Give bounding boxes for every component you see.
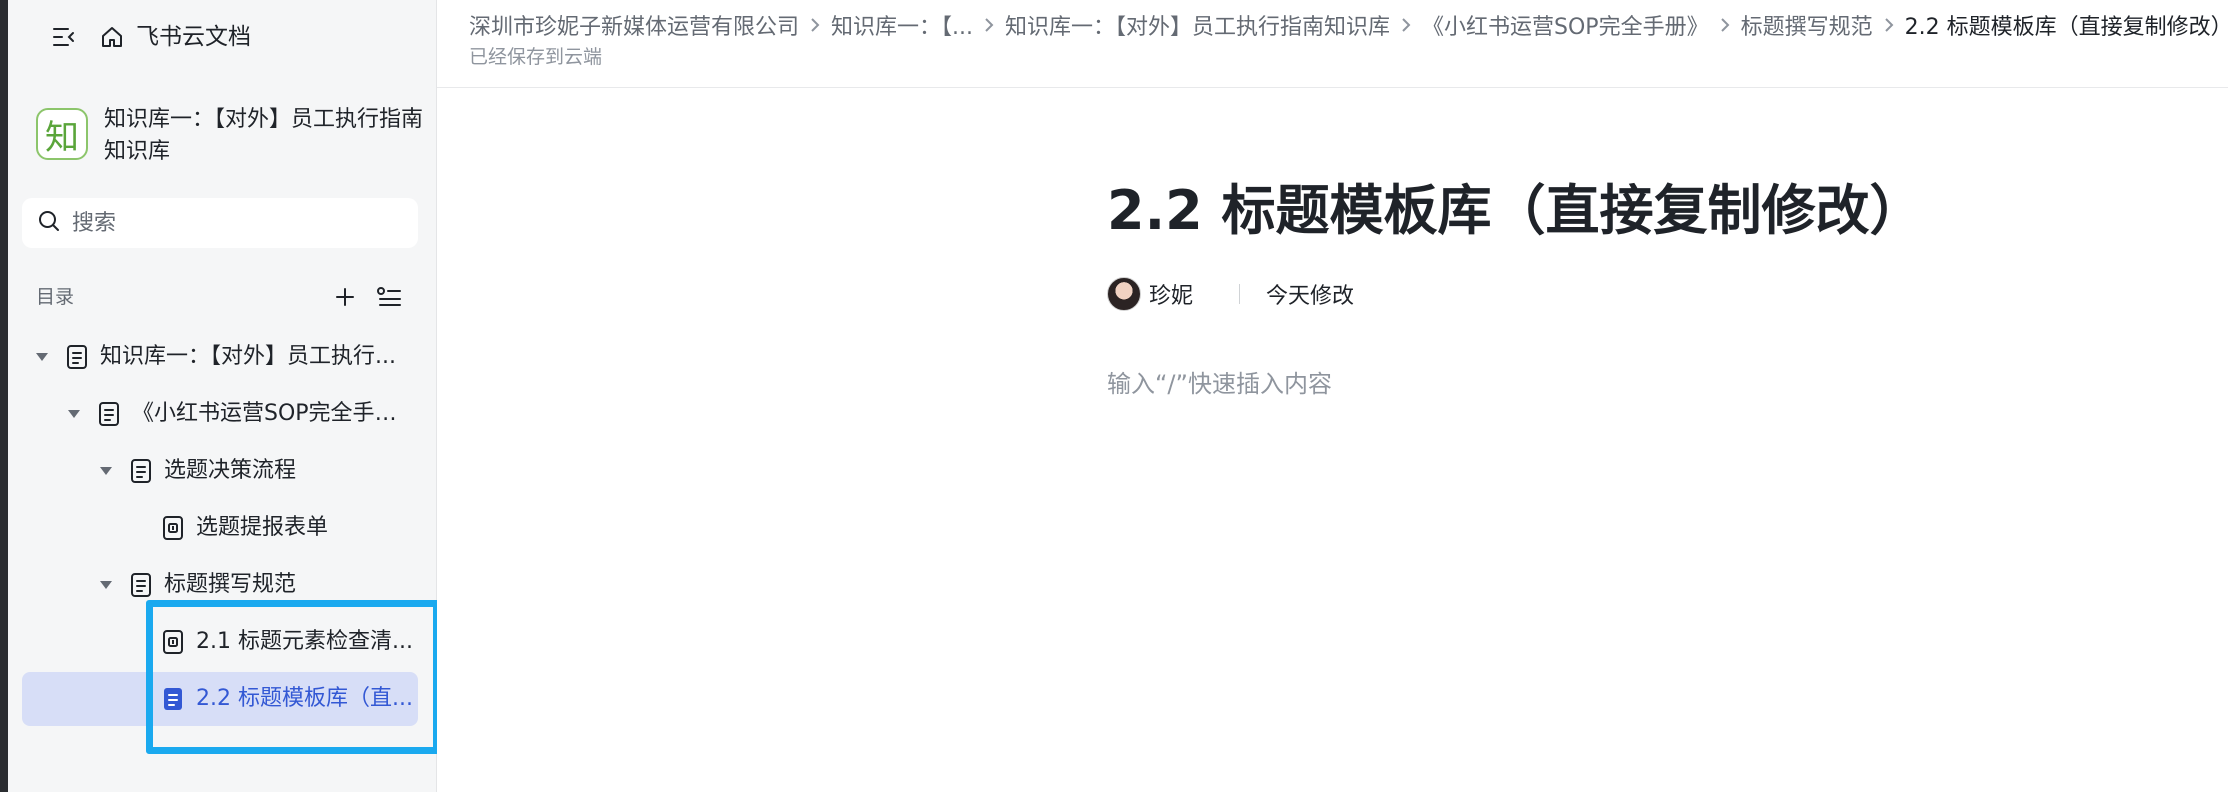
sidebar: 飞书云文档 知 知识库一：【对外】员工执行指南知识库 目录 知识库一：【对外】员… — [0, 0, 440, 792]
chevron-right-icon — [973, 8, 1005, 42]
breadcrumb-item[interactable]: 标题撰写规范 — [1741, 9, 1873, 41]
toc-item-label: 选题决策流程 — [164, 458, 297, 483]
sidebar-topbar: 飞书云文档 — [8, 0, 436, 76]
knowledge-base-logo: 知 — [36, 108, 88, 160]
doc-icon — [128, 571, 154, 599]
breadcrumb-item[interactable]: 知识库一：【... — [831, 9, 973, 41]
toc-header: 目录 — [36, 280, 416, 314]
home-icon[interactable] — [92, 22, 132, 52]
toc-item-label: 选题提报表单 — [196, 515, 329, 540]
knowledge-base-title[interactable]: 知识库一：【对外】员工执行指南知识库 — [104, 104, 424, 168]
breadcrumb-current: 2.2 标题模板库（直接复制修改） — [1904, 15, 2228, 40]
chevron-right-icon — [799, 8, 831, 42]
breadcrumb-item[interactable]: 《小红书运营SOP完全手册》 — [1422, 9, 1709, 41]
modified-time: 今天修改 — [1266, 284, 1355, 309]
document: 2.2 标题模板库（直接复制修改） 珍妮 今天修改 输入“/”快速插入内容 — [1107, 170, 2207, 398]
breadcrumb: 深圳市珍妮子新媒体运营有限公司 知识库一：【... 知识库一：【对外】员工执行指… — [469, 8, 2228, 42]
doc-icon — [96, 400, 122, 428]
knowledge-base-header[interactable]: 知 知识库一：【对外】员工执行指南知识库 — [36, 104, 423, 170]
toc-item[interactable]: 知识库一：【对外】员工执行... — [22, 330, 418, 384]
caret-down-icon[interactable] — [98, 577, 114, 593]
window-edge — [0, 0, 8, 792]
avatar[interactable] — [1107, 277, 1141, 311]
form-icon — [160, 628, 186, 656]
list-settings-icon[interactable] — [372, 280, 406, 314]
chevron-right-icon — [1390, 8, 1422, 42]
form-icon — [160, 514, 186, 542]
breadcrumb-item[interactable]: 知识库一：【对外】员工执行指南知识库 — [1005, 9, 1390, 41]
toc-item-active[interactable]: 2.2 标题模板库（直... — [22, 672, 418, 726]
search-icon — [38, 210, 60, 236]
toc-item-label: 《小红书运营SOP完全手册... — [132, 401, 414, 426]
author-name[interactable]: 珍妮 — [1149, 278, 1193, 310]
search-box[interactable] — [22, 198, 418, 248]
chevron-right-icon — [1873, 8, 1905, 42]
toc-item[interactable]: 标题撰写规范 — [22, 558, 418, 612]
toc-label: 目录 — [36, 286, 75, 308]
main-content: 深圳市珍妮子新媒体运营有限公司 知识库一：【... 知识库一：【对外】员工执行指… — [437, 0, 2228, 792]
toc-item-label: 2.1 标题元素检查清... — [196, 629, 413, 654]
toc-item-label: 2.2 标题模板库（直... — [196, 686, 413, 711]
breadcrumb-item[interactable]: 深圳市珍妮子新媒体运营有限公司 — [469, 9, 799, 41]
add-icon[interactable] — [328, 280, 362, 314]
search-input[interactable] — [72, 210, 392, 236]
app-name[interactable]: 飞书云文档 — [136, 22, 251, 52]
save-status: 已经保存到云端 — [469, 46, 603, 68]
toc-item-label: 标题撰写规范 — [164, 572, 297, 597]
collapse-sidebar-icon[interactable] — [44, 22, 84, 52]
page-title[interactable]: 2.2 标题模板库（直接复制修改） — [1107, 170, 2207, 252]
toc-item[interactable]: 选题决策流程 — [22, 444, 418, 498]
doc-icon — [160, 685, 186, 713]
caret-down-icon[interactable] — [34, 349, 50, 365]
doc-meta: 珍妮 今天修改 — [1107, 274, 1354, 314]
toc-item[interactable]: 选题提报表单 — [22, 501, 418, 555]
toc-item[interactable]: 2.1 标题元素检查清... — [22, 615, 418, 669]
doc-icon — [64, 343, 90, 371]
caret-down-icon[interactable] — [66, 406, 82, 422]
doc-icon — [128, 457, 154, 485]
body-editor[interactable]: 输入“/”快速插入内容 — [1107, 364, 1332, 404]
toc-item-label: 知识库一：【对外】员工执行... — [100, 344, 396, 369]
doc-header: 深圳市珍妮子新媒体运营有限公司 知识库一：【... 知识库一：【对外】员工执行指… — [437, 0, 2228, 88]
divider — [1239, 284, 1241, 304]
toc-item[interactable]: 《小红书运营SOP完全手册... — [22, 387, 418, 441]
chevron-right-icon — [1709, 8, 1741, 42]
caret-down-icon[interactable] — [98, 463, 114, 479]
